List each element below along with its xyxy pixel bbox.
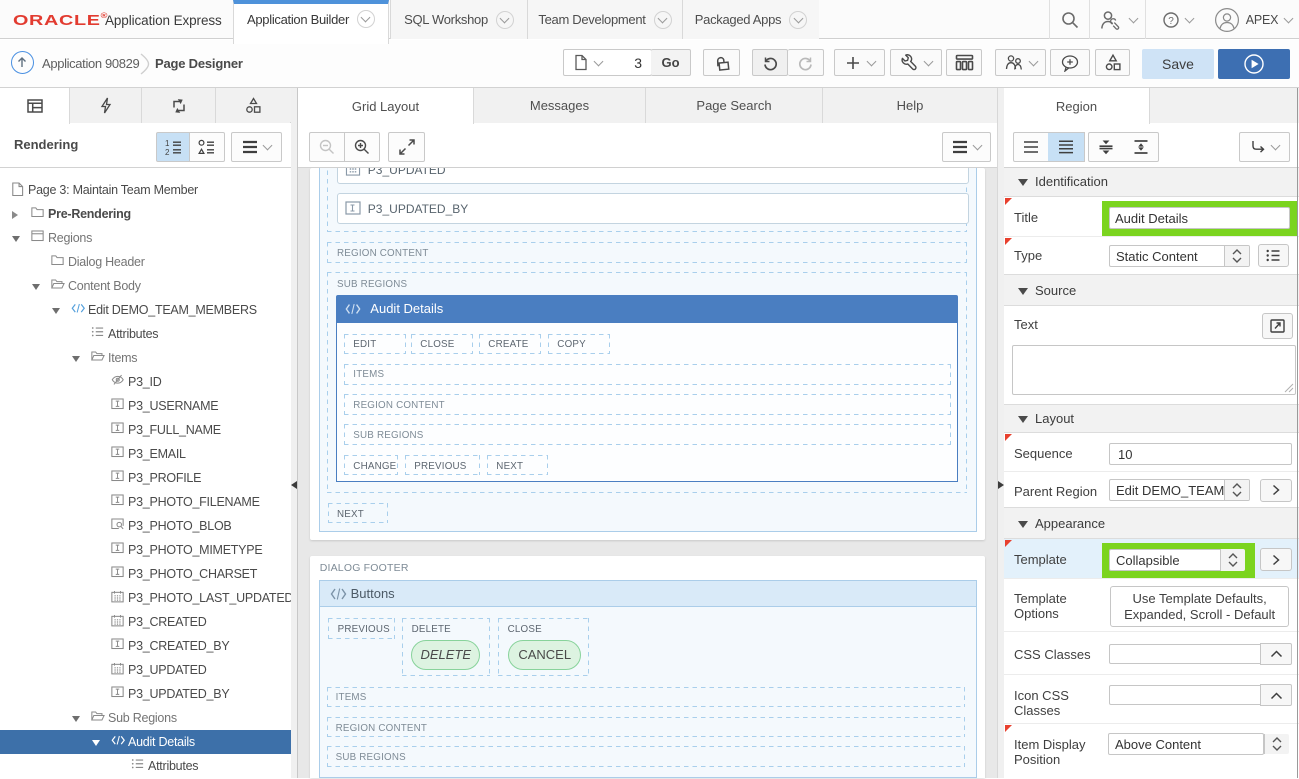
svg-text:2: 2 (165, 148, 170, 156)
svg-text:1: 1 (165, 139, 170, 148)
svg-text:?: ? (1168, 16, 1174, 27)
